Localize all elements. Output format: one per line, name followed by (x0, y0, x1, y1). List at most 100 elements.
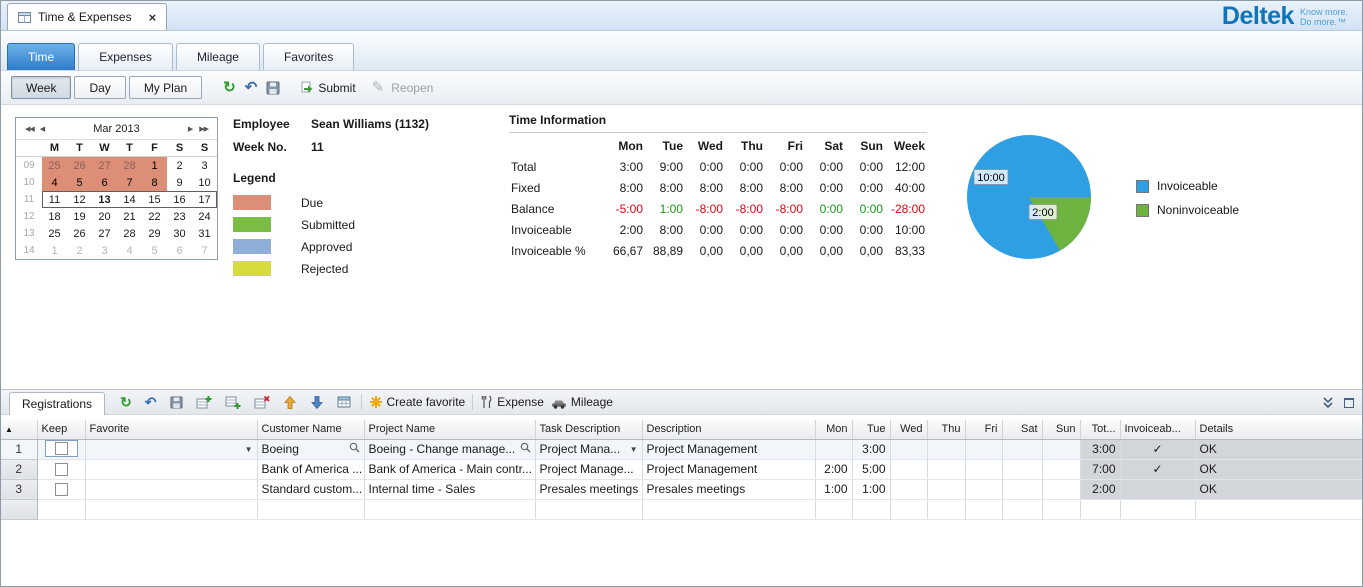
calendar-day[interactable]: 25 (42, 225, 67, 242)
calendar-day[interactable]: 3 (192, 157, 217, 174)
move-up-icon[interactable] (280, 395, 300, 410)
cell-sun-hours[interactable] (1042, 439, 1080, 459)
grid-col-header-keep[interactable]: Keep (37, 420, 85, 439)
period-table-icon[interactable] (334, 395, 354, 409)
tab-expenses[interactable]: Expenses (78, 43, 173, 70)
calendar-day[interactable]: 4 (42, 174, 67, 191)
cell-description[interactable]: Project Management (642, 459, 815, 479)
cell-thu-hours[interactable] (927, 459, 965, 479)
grid-col-header-details[interactable]: Details (1195, 420, 1363, 439)
calendar-day[interactable]: 4 (117, 242, 142, 259)
cell-customer-name[interactable]: Boeing (257, 439, 364, 459)
lookup-icon[interactable] (349, 442, 360, 456)
mileage-button[interactable]: Mileage (551, 395, 613, 409)
calendar-day[interactable]: 31 (192, 225, 217, 242)
cell-mon-hours[interactable] (815, 439, 852, 459)
cell-task-description[interactable]: Project Mana...▼ (535, 439, 642, 459)
tab-registrations[interactable]: Registrations (9, 392, 105, 415)
calendar-day[interactable]: 27 (92, 225, 117, 242)
cell-wed-hours[interactable] (890, 479, 927, 499)
delete-line-icon[interactable] (251, 395, 273, 410)
cell-project-name[interactable]: Bank of America - Main contr... (364, 459, 535, 479)
tab-time[interactable]: Time (7, 43, 75, 70)
cell-keep[interactable] (37, 479, 85, 499)
calendar-day[interactable]: 23 (167, 208, 192, 225)
calendar-day[interactable]: 13 (92, 191, 117, 208)
cell-sat-hours[interactable] (1002, 479, 1042, 499)
calendar-day[interactable]: 2 (67, 242, 92, 259)
calendar-day[interactable]: 3 (92, 242, 117, 259)
calendar-day[interactable]: 14 (117, 191, 142, 208)
keep-checkbox[interactable] (55, 483, 68, 496)
reopen-button[interactable]: ✎ Reopen (364, 80, 439, 95)
calendar-day[interactable]: 11 (42, 191, 67, 208)
grid-col-header-favorite[interactable]: Favorite (85, 420, 257, 439)
maximize-panel-icon[interactable] (1344, 398, 1354, 408)
view-button-week[interactable]: Week (11, 76, 71, 99)
cell-sun-hours[interactable] (1042, 459, 1080, 479)
grid-col-header-description[interactable]: Description (642, 420, 815, 439)
cell-customer-name[interactable]: Bank of America ... (257, 459, 364, 479)
refresh-icon[interactable]: ↻ (220, 80, 239, 95)
calendar-day[interactable]: 2 (167, 157, 192, 174)
calendar-day[interactable]: 28 (117, 225, 142, 242)
cell-tue-hours[interactable]: 1:00 (852, 479, 890, 499)
grid-col-header-wed[interactable]: Wed (890, 420, 927, 439)
tab-mileage[interactable]: Mileage (176, 43, 260, 70)
grid-col-header-sat[interactable]: Sat (1002, 420, 1042, 439)
cell-fri-hours[interactable] (965, 479, 1002, 499)
cell-mon-hours[interactable]: 2:00 (815, 459, 852, 479)
cell-wed-hours[interactable] (890, 439, 927, 459)
calendar-day[interactable]: 1 (42, 242, 67, 259)
calendar-day[interactable]: 21 (117, 208, 142, 225)
calendar-day[interactable]: 26 (67, 225, 92, 242)
cell-favorite[interactable] (85, 459, 257, 479)
cell-keep[interactable] (37, 459, 85, 479)
cell-mon-hours[interactable]: 1:00 (815, 479, 852, 499)
grid-col-header-tot-[interactable]: Tot... (1080, 420, 1120, 439)
grid-col-header-mon[interactable]: Mon (815, 420, 852, 439)
lookup-icon[interactable] (520, 442, 531, 456)
add-line-icon[interactable] (222, 395, 244, 410)
cell-fri-hours[interactable] (965, 439, 1002, 459)
grid-col-header-sun[interactable]: Sun (1042, 420, 1080, 439)
calendar-day[interactable]: 1 (142, 157, 167, 174)
calendar-day[interactable]: 24 (192, 208, 217, 225)
calendar-day[interactable]: 20 (92, 208, 117, 225)
calendar-day[interactable]: 17 (192, 191, 217, 208)
calendar-day[interactable]: 7 (117, 174, 142, 191)
document-tab[interactable]: Time & Expenses × (7, 3, 167, 30)
expense-button[interactable]: Expense (480, 395, 544, 409)
cell-tue-hours[interactable]: 5:00 (852, 459, 890, 479)
view-button-day[interactable]: Day (74, 76, 125, 99)
cell-keep[interactable] (37, 439, 85, 459)
undo-icon[interactable]: ↶ (242, 80, 261, 95)
cell-project-name[interactable]: Internal time - Sales (364, 479, 535, 499)
submit-button[interactable]: Submit (295, 81, 360, 95)
calendar-day[interactable]: 6 (92, 174, 117, 191)
calendar-day[interactable]: 5 (142, 242, 167, 259)
cell-sat-hours[interactable] (1002, 439, 1042, 459)
grid-col-header-fri[interactable]: Fri (965, 420, 1002, 439)
calendar-day[interactable]: 15 (142, 191, 167, 208)
calendar-day[interactable]: 5 (67, 174, 92, 191)
close-icon[interactable]: × (149, 11, 157, 24)
create-favorite-button[interactable]: Create favorite (369, 395, 466, 409)
cell-fri-hours[interactable] (965, 459, 1002, 479)
calendar-day[interactable]: 7 (192, 242, 217, 259)
cell-sun-hours[interactable] (1042, 479, 1080, 499)
cell-favorite[interactable] (85, 479, 257, 499)
calendar-day[interactable]: 10 (192, 174, 217, 191)
cell-description[interactable]: Presales meetings (642, 479, 815, 499)
dropdown-icon[interactable]: ▼ (630, 445, 638, 454)
cell-task-description[interactable]: Presales meetings (535, 479, 642, 499)
calendar-next-month-icon[interactable]: ▶ (185, 125, 196, 133)
cell-description[interactable]: Project Management (642, 439, 815, 459)
view-button-my-plan[interactable]: My Plan (129, 76, 202, 99)
cell-sat-hours[interactable] (1002, 459, 1042, 479)
cell-thu-hours[interactable] (927, 479, 965, 499)
save-icon[interactable] (263, 81, 283, 95)
calendar-day[interactable]: 8 (142, 174, 167, 191)
cell-customer-name[interactable]: Standard custom... (257, 479, 364, 499)
dropdown-icon[interactable]: ▼ (245, 445, 253, 454)
